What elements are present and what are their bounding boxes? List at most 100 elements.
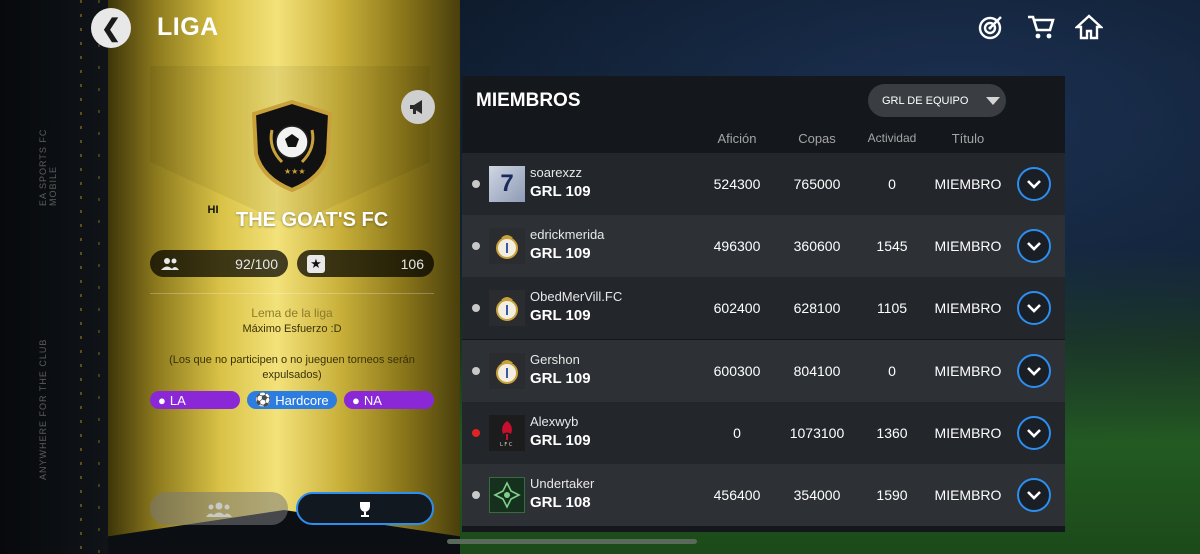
tab-members[interactable] — [150, 492, 288, 525]
cell-copas: 765000 — [793, 176, 841, 192]
expand-row-button[interactable] — [1017, 229, 1051, 263]
table-row[interactable]: edrickmerida GRL 109 496300 360600 1545 … — [462, 215, 1065, 277]
chevron-down-icon — [1027, 241, 1041, 251]
expand-row-button[interactable] — [1017, 416, 1051, 450]
trophy-count-value: 106 — [400, 255, 424, 272]
table-row[interactable]: 7 soarexzz GRL 109 524300 765000 0 MIEMB… — [462, 153, 1065, 215]
cell-aficion: 602400 — [713, 300, 761, 316]
player-rating: GRL 109 — [530, 370, 591, 387]
table-row[interactable]: Gershon GRL 109 600300 804100 0 MIEMBRO — [462, 340, 1065, 402]
club-header: HI THE GOAT'S FC — [200, 204, 389, 234]
status-dot — [472, 304, 480, 312]
expand-row-button[interactable] — [1017, 291, 1051, 325]
members-count-value: 92/100 — [235, 255, 278, 272]
trophy-count-stat: ★ 106 — [297, 250, 434, 277]
cell-aficion: 456400 — [713, 487, 761, 503]
location-icon: ● — [158, 392, 166, 408]
tag-region-la: ● LA — [150, 391, 240, 409]
cell-actividad: 1360 — [876, 425, 908, 441]
number-badge-icon: 7 — [500, 170, 514, 197]
avatar — [489, 477, 525, 513]
player-name: Gershon — [530, 352, 580, 367]
decorative-dotted-line — [80, 0, 82, 554]
tag-region-na: ● NA — [344, 391, 434, 409]
home-icon — [1075, 14, 1103, 40]
liverpool-crest-icon: L F C — [500, 421, 513, 448]
column-header-actividad: Actividad — [867, 131, 917, 145]
chevron-down-icon — [1027, 428, 1041, 438]
cell-titulo: MIEMBRO — [934, 363, 1002, 379]
svg-text:★★★: ★★★ — [284, 167, 306, 176]
tag-playstyle: ⚽ Hardcore — [247, 391, 337, 409]
side-slogan-text: ANYWHERE FOR THE CLUB — [38, 338, 48, 480]
cell-aficion: 0 — [733, 425, 741, 441]
motto-text: Máximo Esfuerzo :D — [242, 323, 342, 335]
ball-icon: ⚽ — [255, 392, 272, 407]
scrollbar[interactable] — [447, 539, 697, 544]
cell-titulo: MIEMBRO — [934, 300, 1002, 316]
table-row[interactable]: Undertaker GRL 108 456400 354000 1590 MI… — [462, 464, 1065, 526]
avatar — [489, 290, 525, 326]
chevron-down-icon — [1027, 303, 1041, 313]
sort-dropdown[interactable]: GRL DE EQUIPO — [868, 84, 1006, 117]
status-dot — [472, 429, 480, 437]
tab-trophies[interactable] — [296, 492, 434, 525]
cell-actividad: 1105 — [876, 300, 908, 316]
cell-titulo: MIEMBRO — [934, 487, 1002, 503]
status-dot — [472, 491, 480, 499]
club-crest-icon: ★★★ — [251, 100, 333, 192]
members-icon — [206, 502, 232, 517]
table-row[interactable]: ObedMerVill.FC GRL 109 602400 628100 110… — [462, 277, 1065, 339]
members-title: MIEMBROS — [476, 90, 581, 111]
chevron-left-icon: ❮ — [100, 14, 122, 42]
avatar: L F C — [489, 415, 525, 451]
player-rating: GRL 109 — [530, 307, 591, 324]
trophy-icon — [360, 501, 370, 517]
back-button[interactable]: ❮ — [91, 8, 131, 48]
members-icon — [161, 257, 179, 270]
avatar — [489, 228, 525, 264]
expand-row-button[interactable] — [1017, 478, 1051, 512]
club-crest-icon — [496, 360, 518, 384]
status-dot — [472, 180, 480, 188]
star-badge-icon: ★ — [307, 254, 325, 273]
table-row[interactable]: L F C Alexwyb GRL 109 0 1073100 1360 MIE… — [462, 402, 1065, 464]
cell-copas: 628100 — [793, 300, 841, 316]
store-button[interactable] — [1026, 12, 1056, 42]
expand-row-button[interactable] — [1017, 354, 1051, 388]
chevron-down-icon — [1027, 490, 1041, 500]
cell-actividad: 1590 — [876, 487, 908, 503]
cell-titulo: MIEMBRO — [934, 176, 1002, 192]
cell-titulo: MIEMBRO — [934, 238, 1002, 254]
cell-copas: 354000 — [793, 487, 841, 503]
cell-titulo: MIEMBRO — [934, 425, 1002, 441]
club-description: (Los que no participen o no jueguen torn… — [169, 354, 415, 381]
cell-aficion: 600300 — [713, 363, 761, 379]
player-rating: GRL 109 — [530, 432, 591, 449]
cell-actividad: 0 — [888, 176, 896, 192]
player-rating: GRL 108 — [530, 494, 591, 511]
club-crest-icon — [496, 297, 518, 321]
motto-label: Lema de la liga — [251, 306, 333, 320]
club-name: THE GOAT'S FC — [236, 208, 389, 231]
svg-text:L F C: L F C — [500, 442, 513, 448]
announcement-button[interactable] — [401, 90, 435, 124]
player-rating: GRL 109 — [530, 183, 591, 200]
objectives-button[interactable] — [976, 12, 1006, 42]
chevron-down-icon — [1027, 179, 1041, 189]
club-badge-icon: HI — [207, 204, 219, 216]
status-dot — [472, 242, 480, 250]
player-rating: GRL 109 — [530, 245, 591, 262]
status-dot — [472, 367, 480, 375]
player-name: ObedMerVill.FC — [530, 289, 623, 304]
expand-row-button[interactable] — [1017, 167, 1051, 201]
cell-actividad: 1545 — [876, 238, 908, 254]
column-header-aficion: Afición — [717, 131, 757, 146]
home-button[interactable] — [1074, 12, 1104, 42]
column-header-copas: Copas — [798, 131, 836, 146]
player-name: soarexzz — [530, 165, 583, 180]
page-title: LIGA — [157, 13, 219, 41]
location-icon: ● — [352, 392, 360, 408]
avatar: 7 — [489, 166, 525, 202]
members-count-stat: 92/100 — [150, 250, 288, 277]
